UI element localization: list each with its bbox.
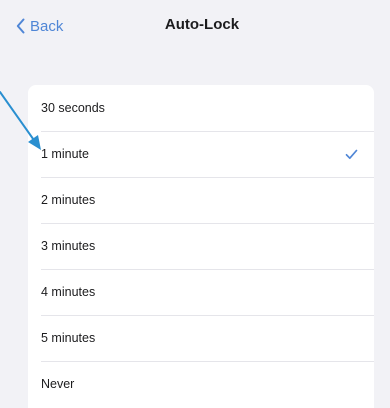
page-title: Auto-Lock bbox=[164, 16, 240, 33]
option-never[interactable]: Never bbox=[28, 361, 374, 407]
option-label: 4 minutes bbox=[41, 285, 96, 299]
option-label: Never bbox=[41, 377, 75, 391]
option-label: 5 minutes bbox=[41, 331, 96, 345]
option-label: 3 minutes bbox=[41, 239, 96, 253]
auto-lock-screen: Back Auto-Lock 30 seconds 1 minute 2 min… bbox=[0, 0, 390, 408]
option-3-minutes[interactable]: 3 minutes bbox=[28, 223, 374, 269]
navigation-bar: Back Auto-Lock bbox=[0, 0, 390, 56]
auto-lock-options-list: 30 seconds 1 minute 2 minutes 3 minutes … bbox=[28, 85, 374, 408]
option-label: 1 minute bbox=[41, 147, 89, 161]
option-label: 30 seconds bbox=[41, 101, 105, 115]
option-2-minutes[interactable]: 2 minutes bbox=[28, 177, 374, 223]
option-30-seconds[interactable]: 30 seconds bbox=[28, 85, 374, 131]
option-1-minute[interactable]: 1 minute bbox=[28, 131, 374, 177]
option-4-minutes[interactable]: 4 minutes bbox=[28, 269, 374, 315]
option-label: 2 minutes bbox=[41, 193, 96, 207]
option-5-minutes[interactable]: 5 minutes bbox=[28, 315, 374, 361]
checkmark-icon bbox=[345, 147, 358, 165]
